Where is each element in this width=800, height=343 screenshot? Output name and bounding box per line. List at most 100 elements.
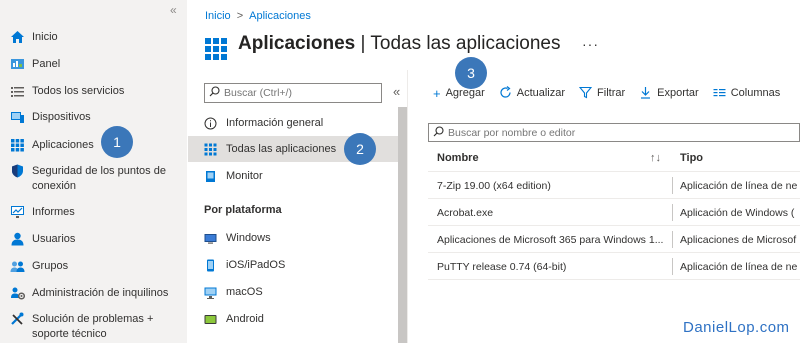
nav-item-seguridad[interactable]: Seguridad de los puntos de conexión <box>10 164 186 194</box>
nav-item-dispositivos[interactable]: Dispositivos <box>10 110 186 125</box>
nav-item-todos-servicios[interactable]: Todos los servicios <box>10 84 186 99</box>
user-icon <box>10 232 25 246</box>
breadcrumb-home-link[interactable]: Inicio <box>205 10 231 22</box>
export-button[interactable]: Exportar <box>639 86 699 101</box>
nav-item-grupos[interactable]: Grupos <box>10 259 186 274</box>
monitor-icon <box>204 170 217 183</box>
list-icon <box>10 84 25 98</box>
reports-icon <box>10 205 25 219</box>
export-button-label: Exportar <box>657 87 699 99</box>
devices-icon <box>10 110 25 124</box>
list-search-input[interactable] <box>448 126 748 139</box>
cell-name[interactable]: Acrobat.exe <box>437 207 673 219</box>
column-divider <box>672 231 673 248</box>
nav-item-solucion-problemas[interactable]: Solución de problemas + soporte técnico <box>10 312 186 342</box>
cell-type: Aplicación de línea de ne <box>680 261 798 273</box>
download-icon <box>639 86 652 101</box>
menu-item-macos[interactable]: macOS <box>188 279 398 305</box>
table-row[interactable]: Aplicaciones de Microsoft 365 para Windo… <box>428 226 800 253</box>
column-header-tipo[interactable]: Tipo <box>680 152 703 164</box>
refresh-icon <box>499 85 512 101</box>
sort-icon[interactable]: ↑↓ <box>650 152 661 164</box>
menu-item-informacion-general[interactable]: Información general <box>188 110 398 136</box>
nav-item-administracion[interactable]: Administración de inquilinos <box>10 286 186 301</box>
menu-item-ios[interactable]: iOS/iPadOS <box>188 252 398 278</box>
add-button[interactable]: + Agregar <box>433 87 485 100</box>
nav-item-panel[interactable]: Panel <box>10 57 186 72</box>
nav-item-label: Panel <box>32 58 61 70</box>
nav-item-label: Usuarios <box>32 233 76 245</box>
menu-item-label: Monitor <box>226 170 263 182</box>
dashboard-icon <box>10 57 25 71</box>
menu-item-monitor[interactable]: Monitor <box>188 163 398 189</box>
menu-item-label: Todas las aplicaciones <box>226 143 337 155</box>
nav-item-label: Seguridad de los puntos de conexión <box>32 165 166 192</box>
resource-search-input[interactable] <box>224 87 374 99</box>
filter-button-label: Filtrar <box>597 87 626 99</box>
table-row[interactable]: Acrobat.exe Aplicación de Windows ( <box>428 199 800 226</box>
menu-item-label: macOS <box>226 286 263 298</box>
breadcrumb-separator: > <box>236 10 244 22</box>
home-icon <box>10 30 25 44</box>
nav-item-inicio[interactable]: Inicio <box>10 30 186 45</box>
nav-item-label: Informes <box>32 206 75 218</box>
nav-item-label: Inicio <box>32 31 58 43</box>
page-title-bold: Aplicaciones <box>238 33 356 54</box>
cell-type: Aplicaciones de Microsof <box>680 234 797 246</box>
page-title-rest: Todas las aplicaciones <box>370 33 561 54</box>
add-button-label: Agregar <box>445 87 485 99</box>
nav-item-label: Todos los servicios <box>32 85 125 97</box>
columns-button[interactable]: Columnas <box>713 86 781 101</box>
tenant-gear-icon <box>10 286 26 300</box>
refresh-button[interactable]: Actualizar <box>499 85 566 101</box>
cell-name[interactable]: Aplicaciones de Microsoft 365 para Windo… <box>437 234 673 246</box>
apps-grid-icon <box>205 38 227 60</box>
filter-button[interactable]: Filtrar <box>578 86 626 101</box>
column-divider <box>672 204 673 221</box>
watermark: DanielLop.com <box>683 319 790 336</box>
step-badge-3: 3 <box>455 57 487 89</box>
column-divider <box>672 258 673 275</box>
groups-icon <box>10 259 25 273</box>
menu-item-label: Windows <box>226 232 271 244</box>
shield-icon <box>10 164 25 178</box>
cell-type: Aplicación de Windows ( <box>680 207 795 219</box>
table-row[interactable]: PuTTY release 0.74 (64-bit) Aplicación d… <box>428 253 800 280</box>
table-row[interactable]: 7-Zip 19.00 (x64 edition) Aplicación de … <box>428 172 800 199</box>
refresh-button-label: Actualizar <box>516 87 566 99</box>
collapse-menu-icon[interactable]: « <box>393 84 400 99</box>
info-icon <box>204 117 217 130</box>
nav-item-informes[interactable]: Informes <box>10 205 186 220</box>
column-header-nombre[interactable]: Nombre <box>437 152 479 164</box>
menu-item-label: iOS/iPadOS <box>226 259 286 271</box>
page-title-separator: | <box>355 33 371 54</box>
step-badge-1: 1 <box>101 126 133 158</box>
nav-item-label: Grupos <box>32 260 69 272</box>
columns-button-label: Columnas <box>730 87 781 99</box>
menu-item-windows[interactable]: Windows <box>188 225 398 251</box>
breadcrumb-current-link[interactable]: Aplicaciones <box>249 10 311 22</box>
list-search-box[interactable] <box>428 123 800 142</box>
plus-icon: + <box>433 85 441 101</box>
more-options-icon[interactable]: ··· <box>582 36 599 52</box>
windows-icon <box>204 232 217 245</box>
page-title: Aplicaciones | Todas las aplicaciones <box>238 33 561 55</box>
apps-grid-icon <box>204 143 217 156</box>
breadcrumb: Inicio > Aplicaciones <box>205 10 311 22</box>
double-chevron-left-icon[interactable]: « <box>170 3 177 17</box>
nav-item-label: Solución de problemas + soporte técnico <box>32 313 154 340</box>
filter-icon <box>578 86 593 101</box>
resource-menu-scrollbar[interactable] <box>398 107 407 343</box>
nav-item-label: Administración de inquilinos <box>32 287 169 299</box>
resource-search-box[interactable] <box>204 83 382 103</box>
cell-name[interactable]: 7-Zip 19.00 (x64 edition) <box>437 180 673 192</box>
menu-item-android[interactable]: Android <box>188 306 398 332</box>
command-toolbar: + Agregar Actualizar Filtrar Exportar Co… <box>433 84 794 102</box>
nav-item-usuarios[interactable]: Usuarios <box>10 232 186 247</box>
nav-item-label: Dispositivos <box>32 111 91 123</box>
menu-item-label: Información general <box>226 117 324 129</box>
menu-item-label: Android <box>226 313 264 325</box>
nav-item-aplicaciones[interactable]: Aplicaciones <box>10 138 186 153</box>
tools-icon <box>10 312 25 326</box>
cell-name[interactable]: PuTTY release 0.74 (64-bit) <box>437 261 673 273</box>
